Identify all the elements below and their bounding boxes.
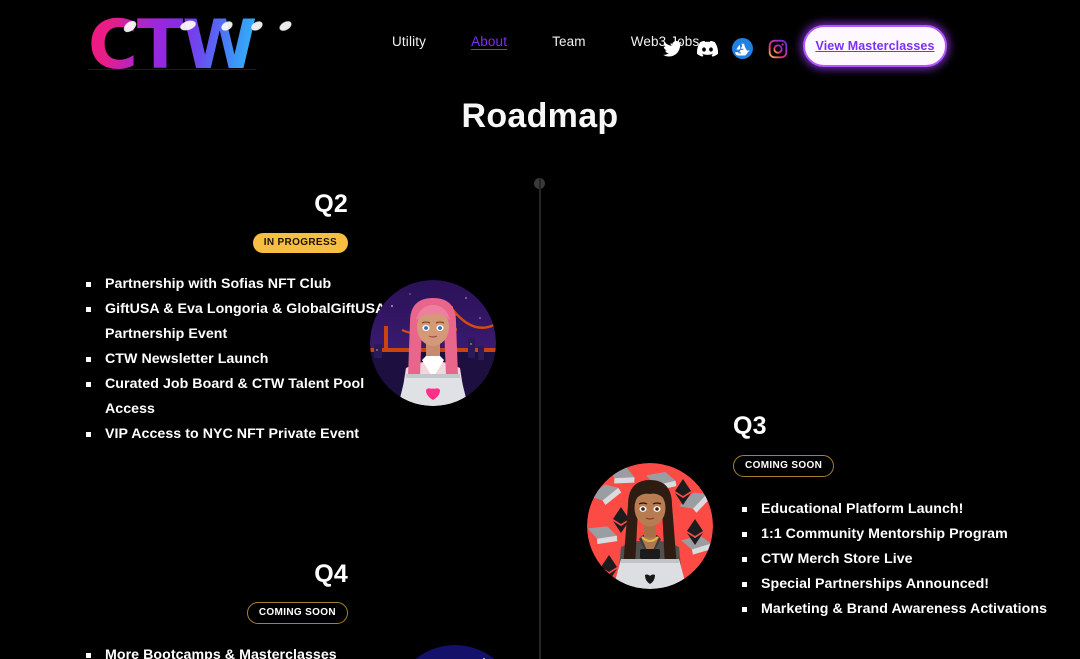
- status-badge: COMING SOON: [733, 455, 835, 477]
- nav-item-about[interactable]: About: [471, 34, 507, 49]
- list-item: Educational Platform Launch!: [742, 497, 1072, 522]
- list-item: GiftUSA & Eva Longoria & GlobalGiftUSA P…: [86, 297, 386, 347]
- twitter-icon[interactable]: [660, 36, 685, 61]
- status-badge-row: COMING SOON: [60, 602, 348, 624]
- list-item: Special Partnerships Announced!: [742, 572, 1072, 597]
- main-nav: Utility About Team Web3 Jobs: [392, 34, 699, 49]
- logo-gloss-w3: [277, 19, 294, 33]
- status-badge-row: COMING SOON: [733, 455, 1073, 477]
- list-item: Partnership with Sofias NFT Club: [86, 272, 386, 297]
- list-item: More Bootcamps & Masterclasses: [86, 643, 386, 659]
- quarter-avatar-q3: [587, 463, 713, 589]
- site-logo[interactable]: CTW: [88, 10, 298, 82]
- quarter-items: More Bootcamps & Masterclasses: [86, 643, 386, 659]
- list-item: Marketing & Brand Awareness Activations: [742, 597, 1072, 622]
- nav-item-team[interactable]: Team: [552, 34, 586, 49]
- status-badge: COMING SOON: [246, 602, 348, 624]
- nav-item-utility[interactable]: Utility: [392, 34, 426, 49]
- roadmap-quarter-q4: Q4 COMING SOON More Bootcamps & Mastercl…: [60, 560, 480, 659]
- roadmap-quarter-q3: Q3 COMING SOON Educational Platform Laun…: [733, 412, 1073, 622]
- opensea-icon[interactable]: [730, 36, 755, 61]
- list-item: CTW Newsletter Launch: [86, 347, 386, 372]
- quarter-heading: Q3: [733, 412, 767, 440]
- view-masterclasses-button[interactable]: View Masterclasses: [803, 25, 947, 67]
- quarter-items: Partnership with Sofias NFT Club GiftUSA…: [86, 272, 386, 447]
- instagram-icon[interactable]: [765, 36, 790, 61]
- discord-icon[interactable]: [695, 36, 720, 61]
- list-item: 1:1 Community Mentorship Program: [742, 522, 1072, 547]
- quarter-items: Educational Platform Launch! 1:1 Communi…: [742, 497, 1072, 622]
- quarter-heading: Q4: [314, 560, 348, 588]
- quarter-heading: Q2: [314, 190, 348, 218]
- status-badge: IN PROGRESS: [252, 233, 348, 253]
- quarter-avatar-q2: [370, 280, 496, 406]
- list-item: CTW Merch Store Live: [742, 547, 1072, 572]
- status-badge-row: IN PROGRESS: [60, 232, 348, 253]
- logo-text: CTW: [88, 6, 257, 85]
- page-root: CTW Utility About Team Web3 Jobs View Ma…: [0, 0, 1080, 659]
- list-item: Curated Job Board & CTW Talent Pool Acce…: [86, 372, 386, 422]
- site-header: CTW Utility About Team Web3 Jobs View Ma…: [0, 0, 1080, 95]
- timeline-line: [539, 178, 541, 659]
- page-title: Roadmap: [461, 97, 619, 135]
- social-links: [660, 36, 790, 61]
- list-item: VIP Access to NYC NFT Private Event: [86, 422, 386, 447]
